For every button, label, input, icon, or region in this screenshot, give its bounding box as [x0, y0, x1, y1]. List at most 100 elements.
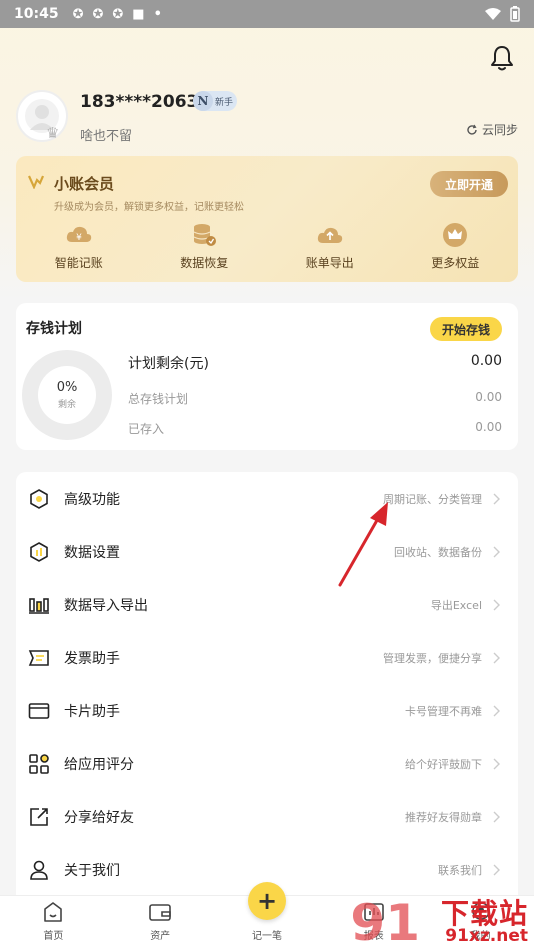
- watermark-logo: 91: [350, 894, 420, 950]
- vip-subtitle: 升级成为会员，解锁更多权益，记账更轻松: [54, 202, 244, 213]
- level-badge-text: 新手: [215, 97, 234, 108]
- menu-item-invoice[interactable]: 发票助手 管理发票，便捷分享: [16, 631, 518, 684]
- square-notification-icon: ■: [132, 6, 145, 22]
- chevron-right-icon: [493, 758, 500, 769]
- share-icon: [30, 807, 48, 826]
- watermark-url: 91xz.net: [445, 926, 528, 946]
- crown-icon: ♛: [46, 124, 60, 142]
- menu-item-hint: 卡号管理不再难: [405, 704, 482, 718]
- card-icon: [28, 702, 50, 719]
- savings-percent-label: 剩余: [57, 400, 76, 410]
- vip-benefit-smart-bookkeeping[interactable]: ¥ 智能记账: [16, 222, 142, 271]
- vip-benefit-label: 更多权益: [431, 256, 480, 270]
- plan-saved-label: 已存入: [128, 422, 165, 436]
- sync-icon: [467, 124, 477, 135]
- invoice-icon: [28, 649, 49, 666]
- menu-item-label: 给应用评分: [64, 756, 134, 773]
- status-bar: 10:45 ✪ ✪ ✪ ■ •: [0, 0, 534, 28]
- app-notification-icon: ✪: [72, 6, 84, 22]
- chevron-right-icon: [493, 864, 500, 875]
- menu-item-rate-app[interactable]: 给应用评分 给个好评鼓励下: [16, 737, 518, 790]
- plan-total-value: 0.00: [475, 390, 502, 404]
- bill-export-icon: [317, 227, 342, 243]
- plan-total-label: 总存钱计划: [128, 392, 189, 406]
- plan-remaining-label: 计划剩余(元): [128, 356, 209, 372]
- menu-item-label: 卡片助手: [64, 703, 120, 720]
- chevron-right-icon: [493, 811, 500, 822]
- vip-logo-icon: [28, 175, 44, 189]
- status-time: 10:45: [14, 6, 59, 22]
- vip-title: 小账会员: [54, 175, 115, 193]
- app-notification-icon: ✪: [112, 6, 124, 22]
- menu-item-label: 数据导入导出: [64, 597, 148, 614]
- smart-bookkeeping-icon: ¥: [66, 226, 91, 243]
- vip-benefit-more[interactable]: 更多权益: [393, 222, 519, 271]
- menu-item-label: 数据设置: [64, 544, 120, 561]
- vip-benefit-label: 智能记账: [54, 256, 103, 270]
- home-icon: [44, 902, 63, 922]
- nav-assets-label: 资产: [150, 931, 171, 942]
- cloud-sync-label: 云同步: [481, 123, 518, 137]
- level-badge-letter: N: [193, 91, 213, 111]
- dot-icon: •: [153, 6, 162, 22]
- chevron-right-icon: [493, 652, 500, 663]
- menu-item-hint: 联系我们: [438, 863, 482, 877]
- vip-card[interactable]: 小账会员 升级成为会员，解锁更多权益，记账更轻松 立即开通 ¥ 智能记账 数据恢…: [16, 156, 518, 282]
- menu-item-share[interactable]: 分享给好友 推荐好友得勋章: [16, 790, 518, 843]
- menu-item-hint: 推荐好友得勋章: [405, 810, 482, 824]
- savings-plan-title: 存钱计划: [26, 321, 82, 337]
- vip-benefits: ¥ 智能记账 数据恢复 账单导出 更多权益: [16, 222, 518, 271]
- vip-open-button[interactable]: 立即开通: [430, 171, 508, 197]
- start-saving-button[interactable]: 开始存钱: [430, 317, 502, 341]
- plan-saved-row: 已存入 0.00: [128, 420, 502, 437]
- menu-item-hint: 导出Excel: [430, 598, 482, 612]
- plan-remaining-row: 计划剩余(元) 0.00: [128, 353, 502, 373]
- chevron-right-icon: [493, 705, 500, 716]
- chevron-right-icon: [493, 493, 500, 504]
- bar-chart-icon: [29, 597, 49, 614]
- plan-total-row: 总存钱计划 0.00: [128, 390, 502, 407]
- user-motto: 啥也不留: [80, 129, 133, 144]
- more-benefits-icon: [443, 223, 468, 247]
- chevron-right-icon: [493, 599, 500, 610]
- nav-record-label: 记一笔: [251, 931, 282, 942]
- vip-benefit-bill-export[interactable]: 账单导出: [267, 222, 393, 271]
- annotation-arrow-icon: [338, 502, 388, 587]
- cloud-sync-button[interactable]: 云同步: [466, 121, 518, 138]
- level-badge[interactable]: N 新手: [193, 91, 237, 111]
- avatar[interactable]: [16, 90, 68, 142]
- user-icon: [30, 860, 48, 880]
- chevron-right-icon: [493, 546, 500, 557]
- nav-home-label: 首页: [43, 931, 64, 942]
- menu-item-hint: 给个好评鼓励下: [405, 757, 482, 771]
- vip-benefit-data-restore[interactable]: 数据恢复: [142, 222, 268, 271]
- menu-item-data-settings[interactable]: 数据设置 回收站、数据备份: [16, 525, 518, 578]
- menu-item-label: 发票助手: [64, 650, 120, 667]
- hexagon-icon: [30, 488, 48, 509]
- savings-plan-card[interactable]: 存钱计划 开始存钱 0% 剩余 计划剩余(元) 0.00 总存钱计划 0.00 …: [16, 303, 518, 450]
- menu-item-label: 分享给好友: [64, 809, 134, 826]
- menu-item-label: 关于我们: [64, 862, 120, 879]
- data-settings-icon: [30, 541, 48, 562]
- svg-text:¥: ¥: [76, 233, 82, 243]
- wifi-icon: [485, 8, 501, 20]
- menu-item-card[interactable]: 卡片助手 卡号管理不再难: [16, 684, 518, 737]
- nav-assets[interactable]: 资产: [107, 896, 214, 950]
- grid-icon: [29, 753, 49, 774]
- menu-item-import-export[interactable]: 数据导入导出 导出Excel: [16, 578, 518, 631]
- notification-bell-icon[interactable]: [488, 44, 516, 72]
- data-restore-icon: [193, 224, 217, 246]
- savings-progress-ring: 0% 剩余: [22, 350, 112, 440]
- status-notification-icons: ✪ ✪ ✪ ■ •: [73, 7, 162, 22]
- menu-item-advanced[interactable]: 高级功能 周期记账、分类管理: [16, 472, 518, 525]
- menu-item-label: 高级功能: [64, 491, 120, 508]
- user-phone[interactable]: 183****2063: [80, 92, 198, 112]
- savings-percent: 0%: [56, 380, 78, 395]
- app-notification-icon: ✪: [92, 6, 104, 22]
- nav-home[interactable]: 首页: [0, 896, 107, 950]
- add-record-button[interactable]: +: [248, 882, 286, 920]
- vip-benefit-label: 数据恢复: [180, 256, 229, 270]
- plan-remaining-value: 0.00: [470, 353, 502, 369]
- menu-item-hint: 管理发票，便捷分享: [383, 651, 482, 665]
- plan-saved-value: 0.00: [475, 420, 502, 434]
